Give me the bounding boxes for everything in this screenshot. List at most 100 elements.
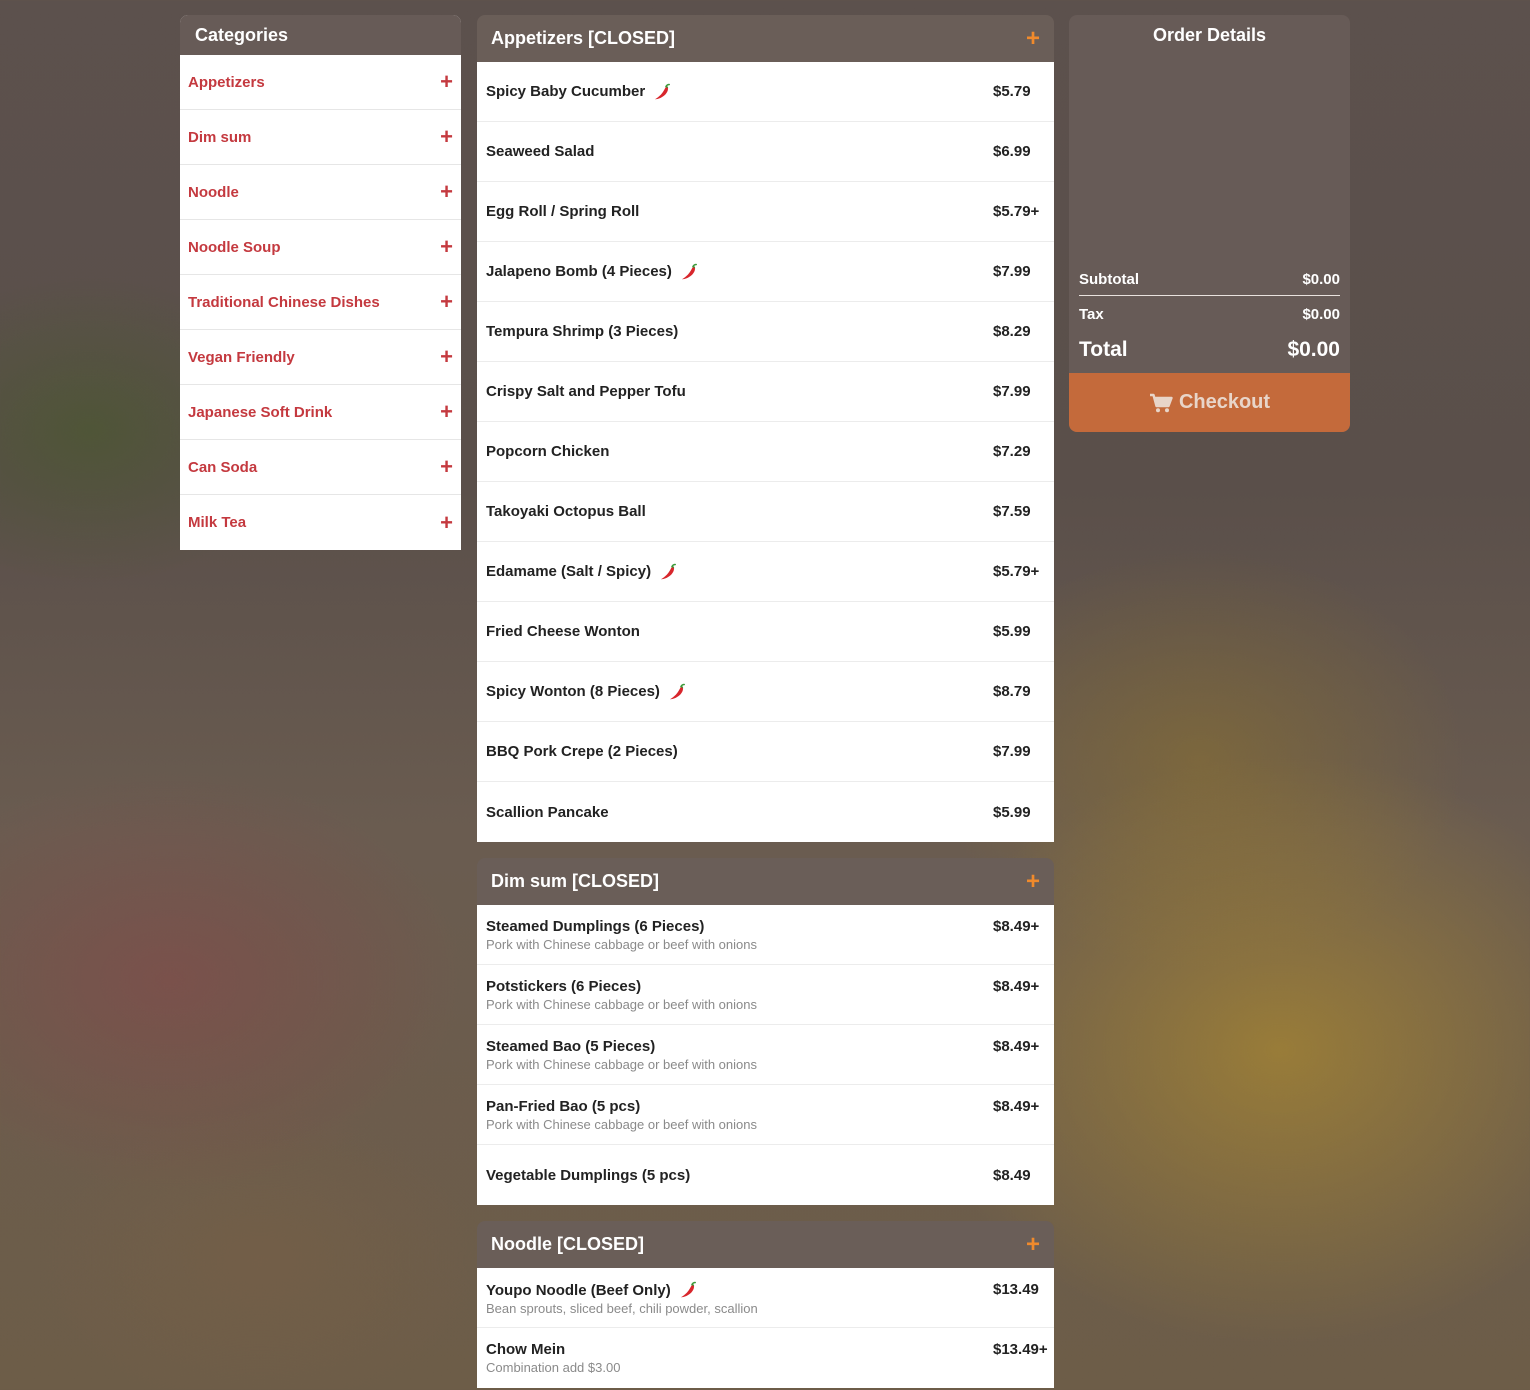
menu-item-price: $8.49+ — [993, 978, 1040, 995]
chili-pepper-icon — [669, 683, 685, 699]
plus-icon[interactable]: + — [440, 71, 453, 93]
plus-icon[interactable]: + — [440, 181, 453, 203]
menu-item[interactable]: Edamame (Salt / Spicy) $5.79+ — [477, 542, 1054, 602]
menu-item-price: $5.79 — [993, 83, 1031, 100]
menu-item-price: $8.29 — [993, 323, 1031, 340]
section-header[interactable]: Appetizers [CLOSED] + — [477, 15, 1054, 62]
menu-item-name: Egg Roll / Spring Roll — [486, 203, 639, 220]
menu-item-info: Jalapeno Bomb (4 Pieces) — [486, 263, 698, 281]
plus-icon[interactable]: + — [440, 511, 453, 534]
category-item[interactable]: Appetizers + — [180, 55, 461, 110]
menu-item-name: Spicy Baby Cucumber — [486, 83, 671, 101]
category-label: Japanese Soft Drink — [188, 403, 333, 421]
chili-pepper-icon — [680, 1281, 696, 1298]
chili-pepper-icon — [661, 563, 677, 579]
menu-item-name-text: Edamame (Salt / Spicy) — [486, 563, 652, 580]
tax-label: Tax — [1079, 305, 1104, 323]
category-item[interactable]: Noodle + — [180, 165, 461, 220]
plus-icon[interactable]: + — [440, 236, 453, 258]
menu-item-info: Crispy Salt and Pepper Tofu — [486, 383, 686, 400]
menu-item[interactable]: Pan-Fried Bao (5 pcs) Pork with Chinese c… — [477, 1085, 1054, 1145]
menu-item[interactable]: Takoyaki Octopus Ball $7.59 — [477, 482, 1054, 542]
subtotal-value: $0.00 — [1302, 270, 1340, 288]
menu-item[interactable]: Potstickers (6 Pieces) Pork with Chinese … — [477, 965, 1054, 1025]
menu-item[interactable]: Youpo Noodle (Beef Only) Bean sprouts, sl… — [477, 1268, 1054, 1328]
menu-item-info: Spicy Baby Cucumber — [486, 83, 671, 101]
menu-item[interactable]: BBQ Pork Crepe (2 Pieces) $7.99 — [477, 722, 1054, 782]
plus-icon[interactable]: + — [1026, 26, 1040, 51]
menu-item[interactable]: Crispy Salt and Pepper Tofu $7.99 — [477, 362, 1054, 422]
menu-item-name: Edamame (Salt / Spicy) — [486, 563, 677, 581]
plus-icon[interactable]: + — [440, 126, 453, 148]
menu-item-name-text: Chow Mein — [486, 1341, 566, 1358]
menu-item-info: Steamed Dumplings (6 Pieces) Pork with Ch… — [486, 918, 757, 964]
menu-item[interactable]: Scallion Pancake $5.99 — [477, 782, 1054, 842]
menu-section: Dim sum [CLOSED] + Steamed Dumplings (6 Pi… — [477, 858, 1054, 1205]
menu-item-price: $7.99 — [993, 383, 1031, 400]
menu-item[interactable]: Vegetable Dumplings (5 pcs) $8.49 — [477, 1145, 1054, 1205]
menu-section: Appetizers [CLOSED] + Spicy Baby Cucumber $… — [477, 15, 1054, 842]
menu-item-name-text: Fried Cheese Wonton — [486, 623, 640, 640]
section-title: Noodle [CLOSED] — [491, 1234, 644, 1254]
plus-icon[interactable]: + — [440, 346, 453, 368]
category-item[interactable]: Vegan Friendly + — [180, 330, 461, 385]
section-header[interactable]: Noodle [CLOSED] + — [477, 1221, 1054, 1268]
menu-item[interactable]: Steamed Dumplings (6 Pieces) Pork with Ch… — [477, 905, 1054, 965]
menu-item-info: BBQ Pork Crepe (2 Pieces) — [486, 743, 678, 760]
menu-item[interactable]: Popcorn Chicken $7.29 — [477, 422, 1054, 482]
category-item[interactable]: Japanese Soft Drink + — [180, 385, 461, 440]
checkout-button[interactable]: Checkout — [1069, 373, 1350, 432]
menu-item-price: $6.99 — [993, 143, 1031, 160]
menu-item-name: Scallion Pancake — [486, 804, 609, 821]
subtotal-label: Subtotal — [1079, 270, 1139, 288]
plus-icon[interactable]: + — [440, 456, 453, 478]
menu-item-price: $7.59 — [993, 503, 1031, 520]
menu-item[interactable]: Spicy Wonton (8 Pieces) $8.79 — [477, 662, 1054, 722]
menu-item-info: Popcorn Chicken — [486, 443, 609, 460]
menu-item-description: Pork with Chinese cabbage or beef with o… — [486, 937, 757, 952]
menu-item-name: Pan-Fried Bao (5 pcs) — [486, 1098, 757, 1115]
menu-item-name: Seaweed Salad — [486, 143, 594, 160]
category-label: Can Soda — [188, 458, 258, 476]
category-item[interactable]: Noodle Soup + — [180, 220, 461, 275]
menu-item-price: $8.49+ — [993, 1098, 1040, 1115]
category-item[interactable]: Can Soda + — [180, 440, 461, 495]
section-title: Dim sum [CLOSED] — [491, 871, 660, 891]
menu-item-info: Steamed Bao (5 Pieces) Pork with Chinese … — [486, 1038, 757, 1084]
plus-icon[interactable]: + — [1026, 869, 1040, 894]
plus-icon[interactable]: + — [1026, 1232, 1040, 1257]
category-label: Dim sum — [188, 128, 252, 146]
order-details-title: Order Details — [1152, 25, 1267, 45]
menu-item-name: Vegetable Dumplings (5 pcs) — [486, 1167, 690, 1184]
menu-item-price: $5.99 — [993, 623, 1031, 640]
menu-item[interactable]: Jalapeno Bomb (4 Pieces) $7.99 — [477, 242, 1054, 302]
menu-item-description: Pork with Chinese cabbage or beef with o… — [486, 997, 757, 1012]
menu-item-name: Chow Mein — [486, 1341, 620, 1358]
category-label: Traditional Chinese Dishes — [188, 293, 380, 311]
plus-icon[interactable]: + — [440, 401, 453, 423]
category-item[interactable]: Traditional Chinese Dishes + — [180, 275, 461, 330]
menu-item[interactable]: Seaweed Salad $6.99 — [477, 122, 1054, 182]
menu-item[interactable]: Chow Mein Combination add $3.00 $13.49+ — [477, 1328, 1054, 1388]
menu-item-price: $8.49+ — [993, 1038, 1040, 1055]
menu-column: Appetizers [CLOSED] + Spicy Baby Cucumber $… — [477, 15, 1054, 1390]
menu-item-price: $5.79+ — [993, 563, 1040, 580]
menu-item-name-text: Tempura Shrimp (3 Pieces) — [486, 323, 679, 340]
menu-item-price: $7.99 — [993, 743, 1031, 760]
menu-item[interactable]: Fried Cheese Wonton $5.99 — [477, 602, 1054, 662]
category-item[interactable]: Dim sum + — [180, 110, 461, 165]
order-items-area — [1069, 55, 1350, 263]
menu-item-name-text: Scallion Pancake — [486, 803, 609, 821]
menu-item-info: Pan-Fried Bao (5 pcs) Pork with Chinese c… — [486, 1098, 757, 1144]
category-item[interactable]: Milk Tea + — [180, 495, 461, 550]
menu-item-description: Bean sprouts, sliced beef, chili powder,… — [486, 1301, 758, 1316]
menu-item[interactable]: Spicy Baby Cucumber $5.79 — [477, 62, 1054, 122]
menu-item-name: Steamed Dumplings (6 Pieces) — [486, 918, 757, 935]
section-header[interactable]: Dim sum [CLOSED] + — [477, 858, 1054, 905]
plus-icon[interactable]: + — [440, 291, 453, 313]
menu-item-name-text: Steamed Bao (5 Pieces) — [486, 1038, 656, 1055]
menu-item[interactable]: Egg Roll / Spring Roll $5.79+ — [477, 182, 1054, 242]
category-label: Noodle Soup — [188, 238, 281, 256]
menu-item[interactable]: Steamed Bao (5 Pieces) Pork with Chinese … — [477, 1025, 1054, 1085]
menu-item[interactable]: Tempura Shrimp (3 Pieces) $8.29 — [477, 302, 1054, 362]
